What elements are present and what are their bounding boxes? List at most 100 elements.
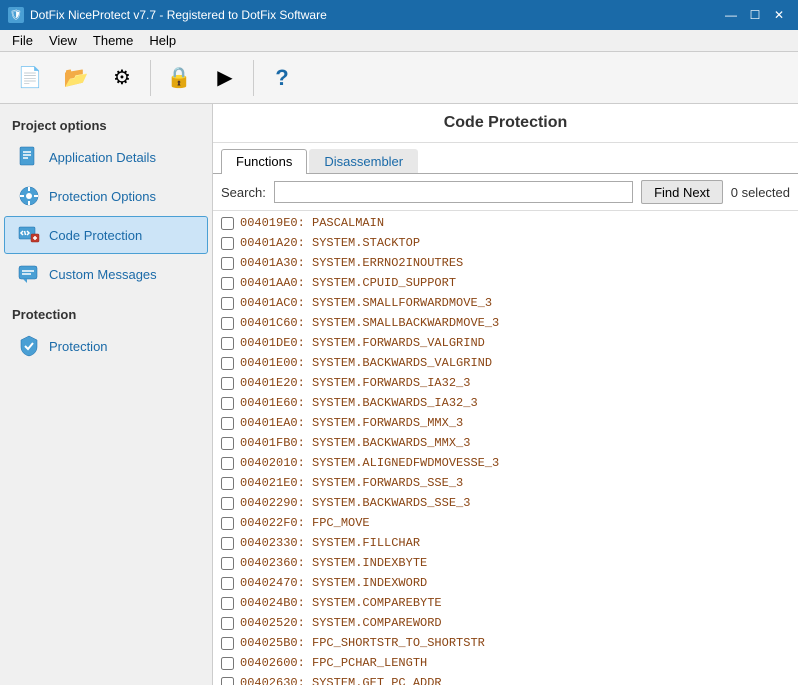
function-name: 00401EA0: SYSTEM.FORWARDS_MMX_3 [240, 416, 463, 430]
sidebar-item-protection-options[interactable]: Protection Options [4, 177, 208, 215]
function-checkbox[interactable] [221, 497, 234, 510]
close-button[interactable]: ✕ [768, 5, 790, 25]
list-item: 00401AC0: SYSTEM.SMALLFORWARDMOVE_3 [213, 293, 798, 313]
function-name: 00401A30: SYSTEM.ERRNO2INOUTRES [240, 256, 463, 270]
menu-help[interactable]: Help [141, 31, 184, 50]
toolbar: 📄 📂 ⚙ 🔒 ▶ ? [0, 52, 798, 104]
list-item: 00401C60: SYSTEM.SMALLBACKWARDMOVE_3 [213, 313, 798, 333]
function-checkbox[interactable] [221, 657, 234, 670]
function-name: 004021E0: SYSTEM.FORWARDS_SSE_3 [240, 476, 463, 490]
list-item: 00402470: SYSTEM.INDEXWORD [213, 573, 798, 593]
function-name: 00402600: FPC_PCHAR_LENGTH [240, 656, 427, 670]
app-icon: 🛡 [8, 7, 24, 23]
title-bar: 🛡 DotFix NiceProtect v7.7 - Registered t… [0, 0, 798, 30]
tab-disassembler[interactable]: Disassembler [309, 149, 418, 173]
sidebar-item-custom-messages[interactable]: Custom Messages [4, 255, 208, 293]
search-label: Search: [221, 185, 266, 200]
list-item: 00402520: SYSTEM.COMPAREWORD [213, 613, 798, 633]
list-item: 00402630: SYSTEM.GET_PC_ADDR [213, 673, 798, 685]
function-checkbox[interactable] [221, 217, 234, 230]
function-name: 00402360: SYSTEM.INDEXBYTE [240, 556, 427, 570]
protection-icon [17, 334, 41, 358]
function-checkbox[interactable] [221, 377, 234, 390]
function-checkbox[interactable] [221, 417, 234, 430]
function-checkbox[interactable] [221, 457, 234, 470]
settings-icon: ⚙ [113, 68, 131, 88]
help-button[interactable]: ? [260, 56, 304, 100]
toolbar-separator-1 [150, 60, 151, 96]
function-checkbox[interactable] [221, 537, 234, 550]
function-name: 00401FB0: SYSTEM.BACKWARDS_MMX_3 [240, 436, 470, 450]
function-checkbox[interactable] [221, 477, 234, 490]
function-checkbox[interactable] [221, 517, 234, 530]
sidebar-item-application-details[interactable]: Application Details [4, 138, 208, 176]
minimize-button[interactable]: — [720, 5, 742, 25]
function-name: 00401DE0: SYSTEM.FORWARDS_VALGRIND [240, 336, 485, 350]
protection-options-icon [17, 184, 41, 208]
window-title: DotFix NiceProtect v7.7 - Registered to … [30, 8, 327, 22]
list-item: 004024B0: SYSTEM.COMPAREBYTE [213, 593, 798, 613]
list-item: 00402600: FPC_PCHAR_LENGTH [213, 653, 798, 673]
function-checkbox[interactable] [221, 237, 234, 250]
function-checkbox[interactable] [221, 257, 234, 270]
function-checkbox[interactable] [221, 337, 234, 350]
function-checkbox[interactable] [221, 677, 234, 685]
window-controls: — ☐ ✕ [720, 5, 790, 25]
protect-button[interactable]: 🔒 [157, 56, 201, 100]
find-next-button[interactable]: Find Next [641, 180, 723, 204]
menu-theme[interactable]: Theme [85, 31, 141, 50]
function-checkbox[interactable] [221, 597, 234, 610]
protect-icon: 🔒 [167, 68, 192, 88]
function-name: 00402470: SYSTEM.INDEXWORD [240, 576, 427, 590]
custom-messages-label: Custom Messages [49, 267, 157, 282]
maximize-button[interactable]: ☐ [744, 5, 766, 25]
search-bar: Search: Find Next 0 selected [213, 174, 798, 211]
menu-file[interactable]: File [4, 31, 41, 50]
function-name: 00401A20: SYSTEM.STACKTOP [240, 236, 420, 250]
list-item: 004025B0: FPC_SHORTSTR_TO_SHORTSTR [213, 633, 798, 653]
function-checkbox[interactable] [221, 637, 234, 650]
code-protection-icon [17, 223, 41, 247]
tab-functions[interactable]: Functions [221, 149, 307, 174]
function-checkbox[interactable] [221, 557, 234, 570]
main-layout: Project options Application Details [0, 104, 798, 685]
function-name: 004025B0: FPC_SHORTSTR_TO_SHORTSTR [240, 636, 485, 650]
list-item: 00402330: SYSTEM.FILLCHAR [213, 533, 798, 553]
function-checkbox[interactable] [221, 297, 234, 310]
list-item: 00401DE0: SYSTEM.FORWARDS_VALGRIND [213, 333, 798, 353]
function-checkbox[interactable] [221, 397, 234, 410]
function-name: 00402630: SYSTEM.GET_PC_ADDR [240, 676, 442, 685]
sidebar-item-protection[interactable]: Protection [4, 327, 208, 365]
function-name: 00401C60: SYSTEM.SMALLBACKWARDMOVE_3 [240, 316, 499, 330]
function-checkbox[interactable] [221, 277, 234, 290]
list-item: 00402290: SYSTEM.BACKWARDS_SSE_3 [213, 493, 798, 513]
function-checkbox[interactable] [221, 577, 234, 590]
function-checkbox[interactable] [221, 317, 234, 330]
search-input[interactable] [274, 181, 633, 203]
help-icon: ? [275, 67, 288, 89]
function-checkbox[interactable] [221, 357, 234, 370]
list-item: 00401A30: SYSTEM.ERRNO2INOUTRES [213, 253, 798, 273]
list-item: 00401FB0: SYSTEM.BACKWARDS_MMX_3 [213, 433, 798, 453]
selected-count-label: 0 selected [731, 185, 790, 200]
list-item: 00401A20: SYSTEM.STACKTOP [213, 233, 798, 253]
open-icon: 📂 [64, 68, 89, 88]
content-title: Code Protection [213, 104, 798, 143]
list-item: 00401E20: SYSTEM.FORWARDS_IA32_3 [213, 373, 798, 393]
menu-bar: File View Theme Help [0, 30, 798, 52]
list-item: 00401AA0: SYSTEM.CPUID_SUPPORT [213, 273, 798, 293]
function-checkbox[interactable] [221, 437, 234, 450]
function-checkbox[interactable] [221, 617, 234, 630]
function-name: 00402290: SYSTEM.BACKWARDS_SSE_3 [240, 496, 470, 510]
sidebar-item-code-protection[interactable]: Code Protection [4, 216, 208, 254]
function-name: 00402520: SYSTEM.COMPAREWORD [240, 616, 442, 630]
menu-view[interactable]: View [41, 31, 85, 50]
open-button[interactable]: 📂 [54, 56, 98, 100]
list-item: 00402010: SYSTEM.ALIGNEDFWDMOVESSE_3 [213, 453, 798, 473]
settings-button[interactable]: ⚙ [100, 56, 144, 100]
code-protection-label: Code Protection [49, 228, 142, 243]
run-button[interactable]: ▶ [203, 56, 247, 100]
function-name: 00402010: SYSTEM.ALIGNEDFWDMOVESSE_3 [240, 456, 499, 470]
new-button[interactable]: 📄 [8, 56, 52, 100]
protection-label: Protection [49, 339, 108, 354]
